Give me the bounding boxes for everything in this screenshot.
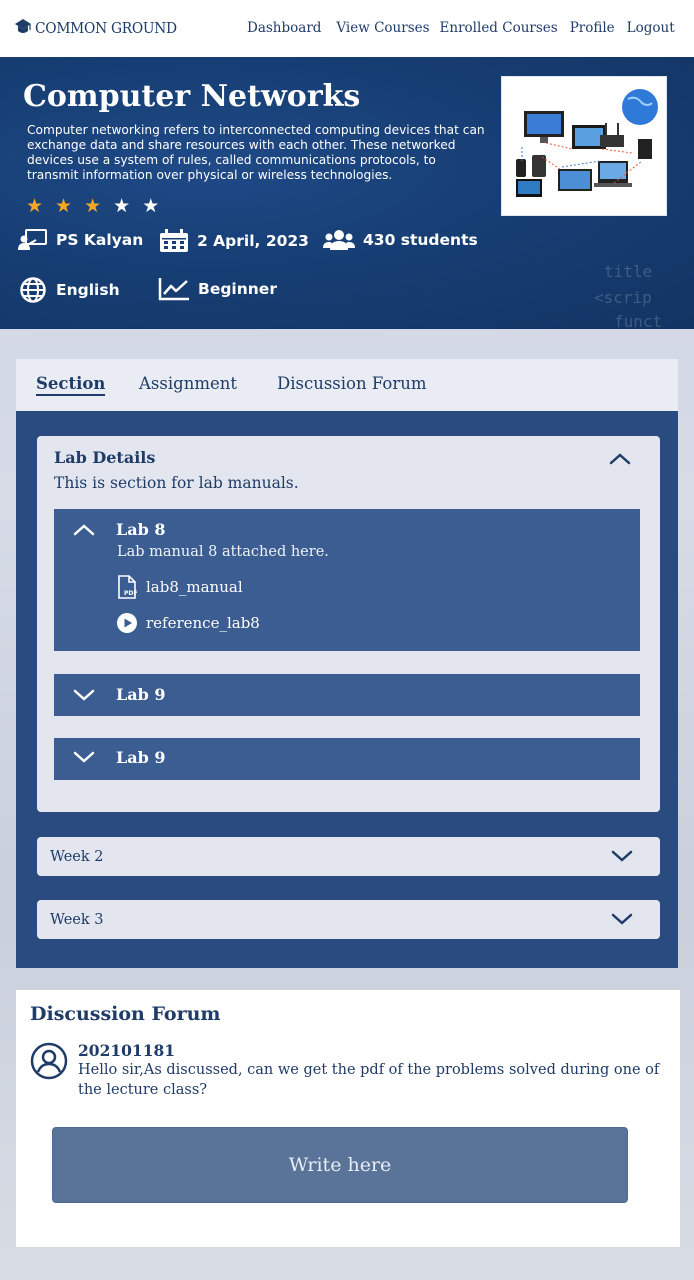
brand-name: COMMON GROUND xyxy=(35,19,177,37)
section-title: Lab Details xyxy=(54,448,156,467)
calendar-icon xyxy=(160,229,188,252)
chevron-up-icon[interactable] xyxy=(72,522,96,536)
course-description: Computer networking refers to interconne… xyxy=(27,123,485,182)
students-info: 430 students xyxy=(323,229,478,251)
lab-item-expanded: Lab 8 Lab manual 8 attached here. PDF la… xyxy=(54,509,640,651)
language-info: English xyxy=(18,277,120,303)
course-tabs: Section Assignment Discussion Forum xyxy=(16,359,678,411)
discussion-title: Discussion Forum xyxy=(30,1003,221,1025)
lab-details-accordion: Lab Details This is section for lab manu… xyxy=(37,436,660,812)
date-info: 2 April, 2023 xyxy=(159,229,309,253)
globe-icon xyxy=(20,277,46,303)
week-accordion[interactable]: Week 3 xyxy=(37,900,660,939)
nav-logout[interactable]: Logout xyxy=(627,20,675,36)
tab-assignment[interactable]: Assignment xyxy=(139,374,237,393)
chevron-down-icon[interactable] xyxy=(72,750,96,764)
network-devices-illustration xyxy=(516,89,658,197)
nav-profile[interactable]: Profile xyxy=(570,20,615,36)
week-label: Week 3 xyxy=(50,912,104,928)
svg-text:funct: funct xyxy=(614,312,662,329)
lab-description: Lab manual 8 attached here. xyxy=(117,544,329,560)
rating-stars: ★ ★ ★ ★ ★ xyxy=(26,195,159,217)
chevron-up-icon[interactable] xyxy=(608,451,632,465)
code-background-decoration: title <scrip funct xyxy=(594,257,684,329)
course-level: Beginner xyxy=(198,280,277,298)
chevron-down-icon[interactable] xyxy=(72,688,96,702)
play-icon xyxy=(117,613,137,633)
file-name[interactable]: reference_lab8 xyxy=(146,614,260,632)
lab-title[interactable]: Lab 9 xyxy=(116,748,166,767)
course-title: Computer Networks xyxy=(23,79,361,114)
file-name[interactable]: lab8_manual xyxy=(146,578,243,596)
star-filled-icon: ★ xyxy=(26,195,44,217)
lab-title[interactable]: Lab 8 xyxy=(116,520,166,539)
post-message: Hello sir,As discussed, can we get the p… xyxy=(78,1062,660,1098)
section-panel: Lab Details This is section for lab manu… xyxy=(16,411,678,968)
week-label: Week 2 xyxy=(50,849,104,865)
nav-dashboard[interactable]: Dashboard xyxy=(247,20,321,36)
post-author: 202101181 xyxy=(78,1041,176,1060)
nav-enrolled-courses[interactable]: Enrolled Courses xyxy=(440,20,558,36)
week-accordion[interactable]: Week 2 xyxy=(37,837,660,876)
tab-section[interactable]: Section xyxy=(36,374,106,396)
svg-text:title: title xyxy=(604,262,652,281)
course-image xyxy=(501,76,667,216)
lab-title[interactable]: Lab 9 xyxy=(116,685,166,704)
star-empty-icon: ★ xyxy=(113,195,131,217)
course-language: English xyxy=(56,281,120,299)
instructor-name: PS Kalyan xyxy=(56,231,144,249)
discussion-forum: Discussion Forum 202101181 Hello sir,As … xyxy=(16,990,680,1247)
users-icon xyxy=(323,230,355,250)
top-navbar: COMMON GROUND Dashboard View Courses Enr… xyxy=(0,0,694,57)
students-count: 430 students xyxy=(363,231,478,249)
svg-text:PDF: PDF xyxy=(124,590,137,597)
chevron-down-icon[interactable] xyxy=(610,912,634,926)
chart-line-icon xyxy=(158,278,189,301)
star-filled-icon: ★ xyxy=(55,195,73,217)
star-empty-icon: ★ xyxy=(142,195,160,217)
lab-item-collapsed[interactable]: Lab 9 xyxy=(54,674,640,716)
file-link[interactable]: PDF lab8_manual xyxy=(117,575,243,599)
chevron-down-icon[interactable] xyxy=(610,849,634,863)
video-link[interactable]: reference_lab8 xyxy=(117,613,260,633)
star-filled-icon: ★ xyxy=(84,195,102,217)
graduation-cap-icon xyxy=(15,19,31,33)
course-date: 2 April, 2023 xyxy=(197,232,309,250)
level-info: Beginner xyxy=(158,277,277,301)
pdf-icon: PDF xyxy=(118,575,137,599)
tab-discussion-forum[interactable]: Discussion Forum xyxy=(277,374,427,393)
nav-links: Dashboard View Courses Enrolled Courses … xyxy=(247,20,675,36)
section-subtitle: This is section for lab manuals. xyxy=(54,474,299,492)
instructor-icon xyxy=(18,229,47,250)
brand-logo[interactable]: COMMON GROUND xyxy=(14,18,189,38)
user-avatar-icon xyxy=(30,1042,68,1080)
nav-view-courses[interactable]: View Courses xyxy=(336,20,429,36)
course-hero: title <scrip funct Computer Networks Compu… xyxy=(0,57,694,329)
instructor-info: PS Kalyan xyxy=(18,229,143,251)
write-reply-input[interactable]: Write here xyxy=(52,1127,628,1203)
svg-text:<scrip: <scrip xyxy=(594,288,652,307)
lab-item-collapsed[interactable]: Lab 9 xyxy=(54,738,640,780)
